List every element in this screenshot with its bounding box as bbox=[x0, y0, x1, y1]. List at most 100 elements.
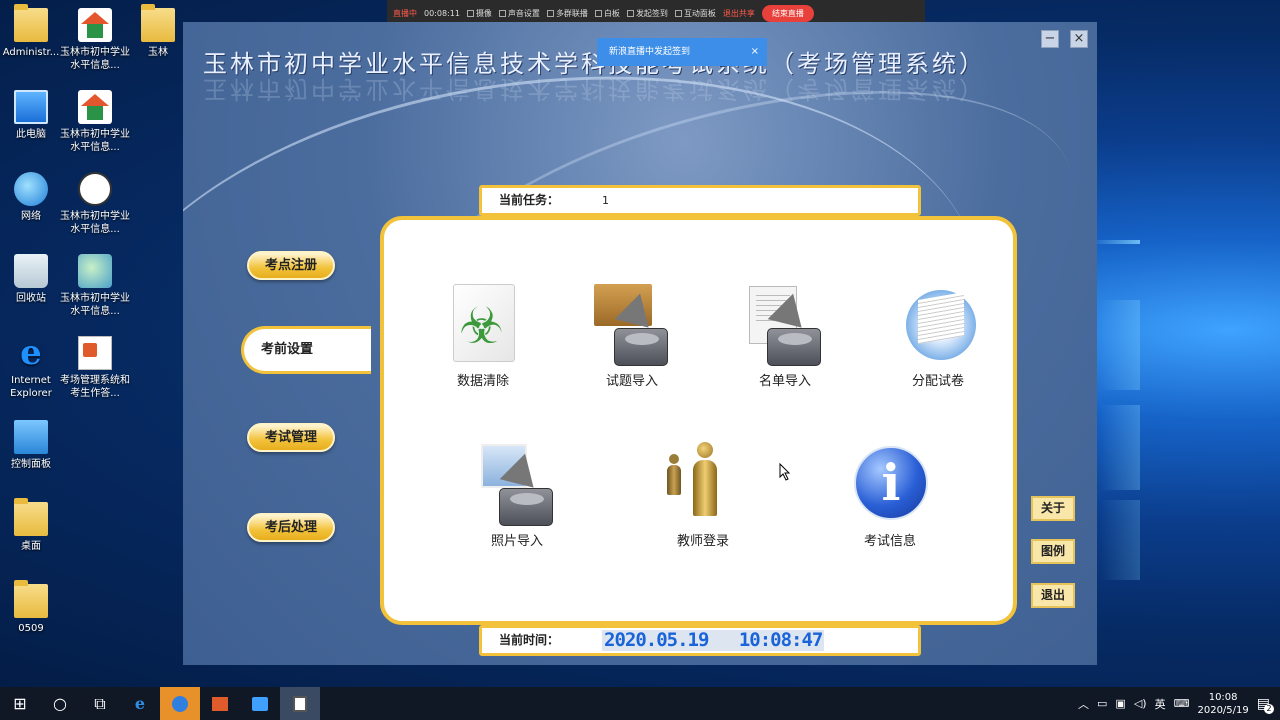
assign-paper-tile[interactable]: 分配试卷 bbox=[883, 282, 993, 389]
interaction-panel-button[interactable]: 互动面板 bbox=[674, 8, 716, 19]
exam-manage-button[interactable]: 考试管理 bbox=[247, 423, 335, 452]
tray-time: 10:08 bbox=[1208, 691, 1238, 703]
desktop-icon-label: 0509 bbox=[18, 623, 44, 634]
checkin-button[interactable]: 发起签到 bbox=[626, 8, 668, 19]
wallpaper-beam bbox=[1100, 405, 1140, 490]
desktop-icon-label: Administr... bbox=[2, 47, 60, 58]
toast-close-icon[interactable]: × bbox=[751, 38, 759, 66]
stop-share-button[interactable]: 退出共享 bbox=[723, 8, 755, 19]
exit-button[interactable]: 退出 bbox=[1031, 583, 1075, 608]
desktop-icon-label: 玉林市初中学业水平信息... bbox=[60, 129, 130, 153]
powerpoint-taskbar-button[interactable] bbox=[200, 687, 240, 720]
minimize-button[interactable]: − bbox=[1041, 30, 1059, 48]
desktop-icon-label: 网络 bbox=[21, 211, 41, 222]
legend-button[interactable]: 图例 bbox=[1031, 539, 1075, 564]
current-time-label: 当前时间： bbox=[499, 633, 560, 647]
desktop-icon-control-panel[interactable]: 控制面板 bbox=[0, 420, 66, 471]
desktop-icon-ie[interactable]: e Internet Explorer bbox=[0, 336, 66, 400]
desktop-icon-administrator[interactable]: Administr... bbox=[0, 4, 66, 59]
exam-management-window: 玉林市初中学业水平信息技术学科技能考试系统（考场管理系统） 玉林市初中学业水平信… bbox=[183, 22, 1097, 665]
photo-import-tile[interactable]: 照片导入 bbox=[462, 442, 572, 549]
user-folder-icon bbox=[14, 4, 48, 42]
mic-icon bbox=[498, 9, 506, 17]
tray-date: 2020/5/19 bbox=[1197, 704, 1249, 716]
media-icon bbox=[252, 696, 268, 711]
exam-info-tile[interactable]: i 考试信息 bbox=[835, 442, 945, 549]
about-button[interactable]: 关于 bbox=[1031, 496, 1075, 521]
media-taskbar-button[interactable] bbox=[240, 687, 280, 720]
desktop-icon-label: 回收站 bbox=[16, 293, 46, 304]
roster-import-tile[interactable]: 名单导入 bbox=[730, 282, 840, 389]
ime-indicator[interactable]: 英 bbox=[1155, 696, 1166, 712]
house-icon bbox=[78, 90, 112, 124]
folder-icon bbox=[141, 4, 175, 42]
data-clear-tile[interactable]: 数据清除 bbox=[428, 282, 538, 389]
teacher-login-label: 教师登录 bbox=[676, 534, 729, 549]
multi-group-button[interactable]: 多群联播 bbox=[546, 8, 588, 19]
notification-icon[interactable]: ▤ 2 bbox=[1257, 696, 1274, 714]
desktop-icon-yulin-2[interactable]: 玉林市初中学业水平信息... bbox=[60, 90, 130, 154]
network-tray-icon[interactable]: ▭ bbox=[1097, 697, 1107, 710]
live-app-taskbar-button[interactable] bbox=[160, 687, 200, 720]
recycle-bin-icon bbox=[14, 254, 48, 288]
data-clear-label: 数据清除 bbox=[456, 374, 509, 389]
question-import-label: 试题导入 bbox=[605, 374, 658, 389]
camera-label: 摄像 bbox=[475, 8, 492, 18]
post-exam-button[interactable]: 考后处理 bbox=[247, 513, 335, 542]
group-icon bbox=[546, 9, 554, 17]
box-import-icon bbox=[592, 282, 672, 366]
powerpoint-icon bbox=[212, 696, 228, 711]
desktop-icon-yulin-4[interactable]: 玉林市初中学业水平信息... bbox=[60, 254, 130, 318]
mouse-cursor-icon bbox=[779, 463, 791, 481]
internet-explorer-icon: e bbox=[20, 333, 42, 373]
checkin-icon bbox=[626, 9, 634, 17]
function-panel: 数据清除 试题导入 名单导入 分配试卷 bbox=[380, 216, 1017, 625]
teacher-login-tile[interactable]: 教师登录 bbox=[648, 442, 758, 549]
desktop-icon-yulin-1[interactable]: 玉林市初中学业水平信息... bbox=[60, 8, 130, 72]
desktop-icon-label: 控制面板 bbox=[11, 459, 51, 470]
exam-system-taskbar-button[interactable] bbox=[280, 687, 320, 720]
desktop-icon-label: 考场管理系统和考生作答... bbox=[60, 375, 130, 399]
biohazard-icon bbox=[443, 282, 523, 366]
audio-settings-button[interactable]: 声音设置 bbox=[498, 8, 540, 19]
register-button[interactable]: 考点注册 bbox=[247, 251, 335, 280]
desktop-icon-desktop-folder[interactable]: 桌面 bbox=[0, 498, 66, 553]
whiteboard-button[interactable]: 白板 bbox=[594, 8, 620, 19]
whiteboard-label: 白板 bbox=[603, 8, 620, 18]
desktop-icon-recycle-bin[interactable]: 回收站 bbox=[0, 254, 66, 305]
photo-import-icon bbox=[477, 442, 557, 526]
desktop-icon-label: 玉林市初中学业水平信息... bbox=[60, 47, 130, 71]
close-button[interactable]: × bbox=[1070, 30, 1088, 48]
current-task-value: 1 bbox=[602, 194, 609, 207]
desktop-icon-label: Internet Explorer bbox=[10, 375, 52, 399]
assign-paper-label: 分配试卷 bbox=[911, 374, 964, 389]
desktop-icon-exam-doc[interactable]: 考场管理系统和考生作答... bbox=[60, 336, 130, 400]
chevron-up-icon[interactable]: ︿ bbox=[1078, 696, 1089, 712]
tray-clock[interactable]: 10:08 2020/5/19 bbox=[1197, 691, 1248, 717]
desktop-icon-label: 此电脑 bbox=[16, 129, 46, 140]
task-view-button[interactable]: ⧉ bbox=[80, 687, 120, 720]
display-tray-icon[interactable]: ▣ bbox=[1115, 697, 1125, 710]
volume-icon[interactable]: ◁) bbox=[1134, 697, 1147, 710]
desktop-icon-this-pc[interactable]: 此电脑 bbox=[0, 90, 66, 141]
desktop-icon-yulin-3[interactable]: 玉林市初中学业水平信息... bbox=[60, 172, 130, 236]
end-live-button[interactable]: 结束直播 bbox=[761, 4, 814, 22]
keyboard-icon[interactable]: ⌨ bbox=[1174, 697, 1190, 710]
house-icon bbox=[78, 8, 112, 42]
question-import-tile[interactable]: 试题导入 bbox=[577, 282, 687, 389]
exam-system-icon bbox=[293, 695, 307, 712]
search-button[interactable]: ○ bbox=[40, 687, 80, 720]
folder-icon bbox=[14, 580, 48, 618]
desktop-icon-network[interactable]: 网络 bbox=[0, 172, 66, 223]
panel-icon bbox=[674, 9, 682, 17]
edge-icon: e bbox=[134, 694, 146, 713]
current-task-label: 当前任务： bbox=[499, 193, 560, 207]
desktop-icon-label: 玉林市初中学业水平信息... bbox=[60, 211, 130, 235]
pre-exam-tab[interactable]: 考前设置 bbox=[241, 326, 371, 374]
notification-toast[interactable]: 新浪直播中发起签到 × bbox=[597, 38, 767, 66]
edge-taskbar-button[interactable]: e bbox=[120, 687, 160, 720]
desktop-icon-0509[interactable]: 0509 bbox=[0, 580, 66, 635]
start-button[interactable]: ⊞ bbox=[0, 687, 40, 720]
camera-button[interactable]: 摄像 bbox=[466, 8, 492, 19]
current-time-value: 2020.05.19 10:08:47 bbox=[602, 629, 825, 651]
